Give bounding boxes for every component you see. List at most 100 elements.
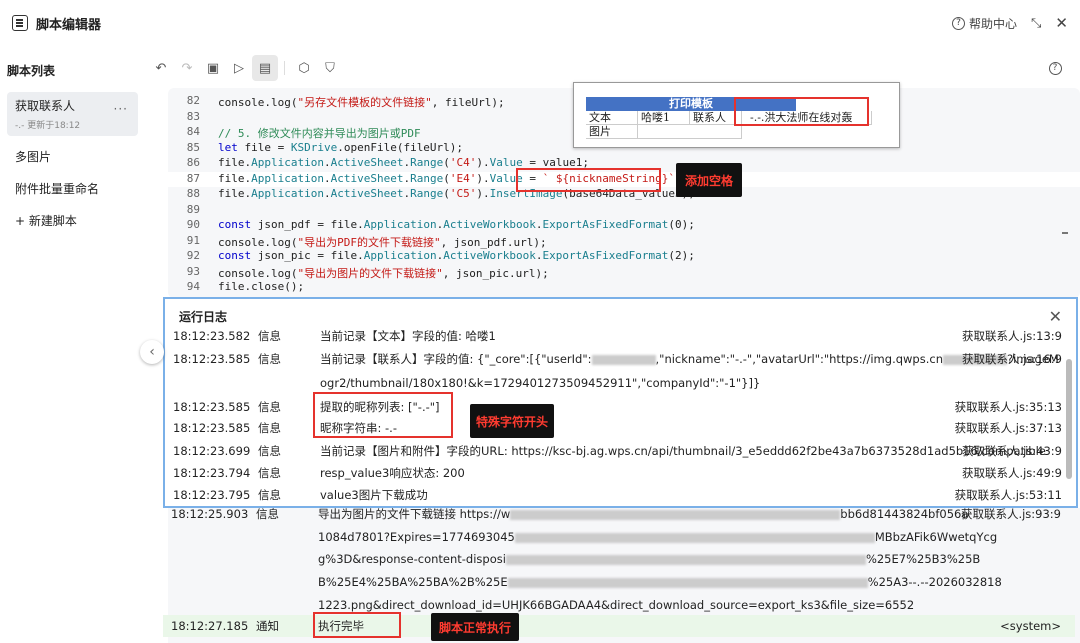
log-level: 信息 [256, 507, 279, 521]
log-message: B%25E4%25BA%25BA%2B%25E %25A3--.--2026032… [318, 575, 1002, 589]
log-time: 18:12:23.794 [173, 466, 251, 480]
cell-text-value: 哈喽1 [638, 111, 690, 125]
log-source[interactable]: 获取联系人.js:93:9 [961, 503, 1061, 525]
log-message: resp_value3响应状态: 200 [320, 466, 465, 480]
code-text: const json_pdf = file.Application.Active… [218, 218, 695, 231]
sidebar-heading: 脚本列表 [7, 64, 56, 78]
log-row: 1084d7801?Expires=1774693045 MBbzAFik6Wwe… [163, 526, 1075, 548]
toolbar-divider [284, 61, 285, 75]
close-icon[interactable]: ✕ [1055, 14, 1068, 32]
line-number: 94 [186, 280, 200, 293]
more-icon[interactable]: ··· [114, 102, 128, 116]
log-source[interactable]: 获取联系人.js:37:13 [955, 417, 1062, 439]
sidebar-item-batch-rename[interactable]: 附件批量重命名 [7, 172, 138, 204]
annotation-special-char: 特殊字符开头 [470, 404, 554, 438]
run-icon[interactable]: ▷ [226, 55, 252, 81]
sidebar-item-multi-images[interactable]: 多图片 [7, 140, 138, 172]
close-icon[interactable]: ✕ [1049, 307, 1062, 326]
save-icon[interactable]: ▣ [200, 55, 226, 81]
code-text: const json_pic = file.Application.Active… [218, 249, 695, 262]
log-title: 运行日志 [179, 309, 228, 324]
log-level: 信息 [258, 444, 281, 458]
log-scrollbar[interactable] [1066, 359, 1072, 479]
line-number: 91 [186, 233, 200, 247]
question-icon: ? [952, 16, 965, 30]
log-source[interactable]: 获取联系人.js:13:9 [962, 325, 1062, 347]
line-number: 92 [186, 249, 200, 262]
code-line[interactable]: 91 console.log("导出为PDF的文件下载链接", json_pdf.… [168, 234, 1080, 250]
log-message: 当前记录【图片和附件】字段的URL: https://ksc-bj.ag.wps… [320, 444, 1046, 458]
code-line[interactable]: 92 const json_pic = file.Application.Acti… [168, 249, 1080, 265]
code-line[interactable]: 93 console.log("导出为图片的文件下载链接", json_pic.u… [168, 265, 1080, 281]
run-log-icon[interactable]: ▤ [252, 55, 278, 81]
new-script-button[interactable]: + 新建脚本 [7, 204, 138, 236]
log-row: 18:12:27.185 通知 执行完毕 <system> [163, 615, 1075, 637]
sidebar-item-updated: -.- 更新于18:12 [15, 121, 81, 131]
code-line[interactable]: 94 file.close(); [168, 280, 1080, 296]
highlight-box [516, 168, 661, 192]
line-number: 86 [186, 156, 200, 169]
log-level: 信息 [258, 400, 281, 414]
redo-icon[interactable]: ↷ [174, 55, 200, 81]
log-time: 18:12:23.585 [173, 352, 251, 366]
log-level: 信息 [258, 329, 281, 343]
log-row: 18:12:23.585 信息 当前记录【联系人】字段的值: {"_core":[{… [165, 348, 1076, 370]
code-text: file.close(); [218, 280, 305, 293]
help-center-label: 帮助中心 [969, 16, 1018, 31]
line-number: 87 [186, 171, 200, 185]
log-row: 1223.png&direct_download_id=UHJK66BGADAA… [163, 594, 1075, 616]
log-time: 18:12:23.585 [173, 421, 251, 435]
log-time: 18:12:23.582 [173, 329, 251, 343]
redacted-text [505, 554, 866, 565]
log-row: 18:12:23.794 信息 resp_value3响应状态: 200 获取联系人.… [165, 462, 1076, 484]
line-number: 82 [186, 94, 200, 107]
log-source[interactable]: 获取联系人.js:35:13 [955, 396, 1062, 418]
redacted-text [591, 354, 656, 365]
title-bar: 脚本编辑器 ? 帮助中心 ⤡ ✕ [0, 0, 1080, 46]
log-row: B%25E4%25BA%25BA%2B%25E %25A3--.--2026032… [163, 571, 1075, 593]
log-message: g%3D&response-content-disposi %25E7%25B3%… [318, 552, 981, 566]
log-source[interactable]: 获取联系人.js:43:9 [962, 440, 1062, 462]
code-text: let file = KSDrive.openFile(fileUrl); [218, 140, 464, 154]
log-level: 通知 [256, 619, 279, 633]
sidebar-item-label: 多图片 [15, 149, 52, 164]
cell-image-value [638, 125, 742, 139]
collapse-sidebar-button[interactable]: ‹ [140, 340, 164, 364]
log-row: 18:12:23.585 信息 昵称字符串: -.- 获取联系人.js:37:13 [165, 417, 1076, 439]
log-time: 18:12:23.585 [173, 400, 251, 414]
panel-resize-handle[interactable] [1062, 232, 1068, 234]
log-row: ogr2/thumbnail/180x180!&k=17294012735094… [165, 372, 1076, 394]
code-text: console.log("导出为PDF的文件下载链接", json_pdf.ur… [218, 235, 547, 249]
code-text: console.log("导出为图片的文件下载链接", json_pic.url… [218, 266, 549, 280]
log-source[interactable]: 获取联系人.js:16:9 [962, 348, 1062, 370]
log-message: 1223.png&direct_download_id=UHJK66BGADAA… [318, 598, 915, 612]
code-text: console.log("另存文件模板的文件链接", fileUrl); [218, 96, 505, 109]
redacted-text [510, 509, 841, 520]
code-line[interactable]: 90 const json_pdf = file.Application.Acti… [168, 218, 1080, 234]
redacted-text [507, 577, 868, 588]
question-icon[interactable]: ? [1042, 55, 1068, 81]
script-editor-icon [12, 15, 28, 31]
code-text: // 5. 修改文件内容并导出为图片或PDF [218, 127, 421, 140]
cube-icon[interactable]: ⬡ [291, 55, 317, 81]
undo-icon[interactable]: ↶ [148, 55, 174, 81]
run-log-panel: 运行日志 ✕ 18:12:23.582 信息 当前记录【文本】字段的值: 哈喽1 获取… [163, 297, 1078, 508]
line-number: 83 [186, 109, 200, 123]
help-center-button[interactable]: ? 帮助中心 [952, 15, 1017, 32]
script-list-sidebar: 脚本列表 获取联系人 -.- 更新于18:12 ··· 多图片 附件批量重命名 … [0, 46, 148, 643]
log-time: 18:12:27.185 [171, 619, 249, 633]
line-number: 89 [186, 202, 200, 216]
code-line[interactable]: 89 [168, 203, 1080, 219]
line-number: 85 [186, 140, 200, 154]
log-source[interactable]: 获取联系人.js:49:9 [962, 462, 1062, 484]
log-source[interactable]: <system> [1000, 615, 1061, 637]
shield-icon[interactable]: ⛉ [317, 55, 343, 81]
collapse-window-icon[interactable]: ⤡ [1031, 16, 1041, 31]
sidebar-item-label: 获取联系人 [15, 99, 76, 113]
line-number: 93 [186, 264, 200, 278]
sidebar-item-label: 附件批量重命名 [15, 181, 100, 196]
line-number: 88 [186, 187, 200, 200]
log-time: 18:12:25.903 [171, 507, 249, 521]
sidebar-item-get-contacts[interactable]: 获取联系人 -.- 更新于18:12 ··· [7, 92, 138, 136]
log-row: 18:12:23.582 信息 当前记录【文本】字段的值: 哈喽1 获取联系人.js:… [165, 325, 1076, 347]
